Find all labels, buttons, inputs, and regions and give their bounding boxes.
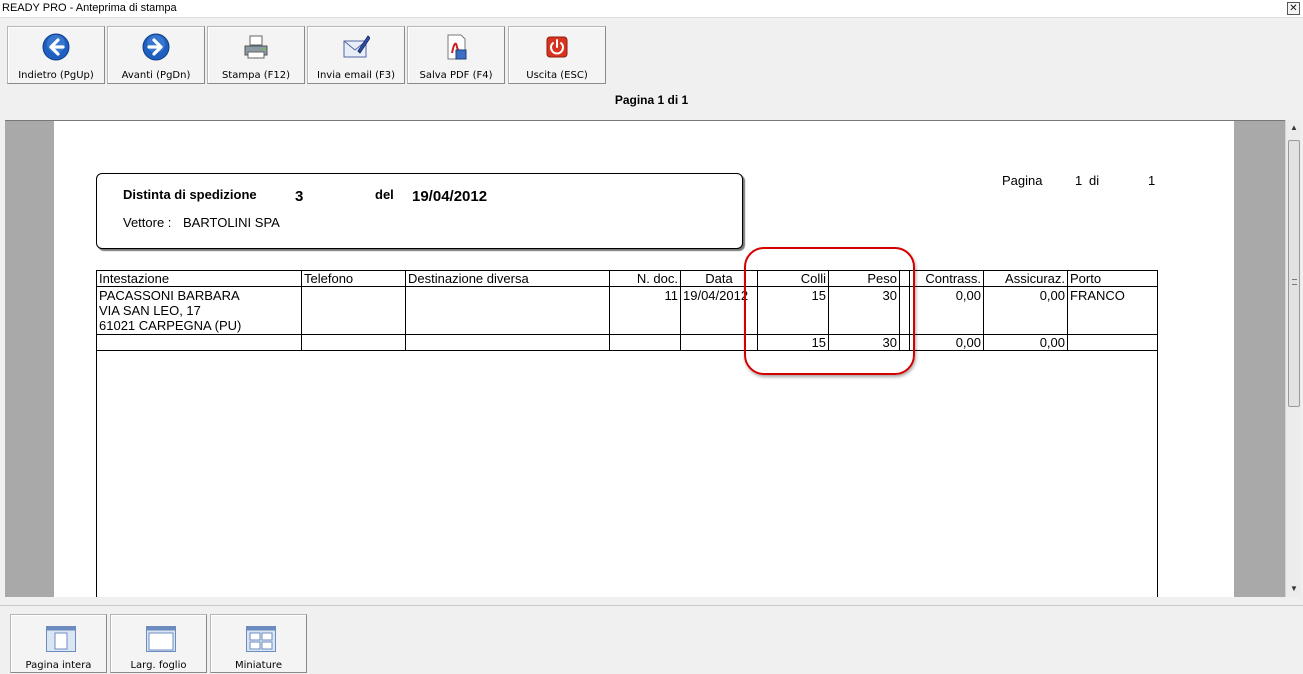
carrier-name: BARTOLINI SPA bbox=[183, 215, 280, 230]
cell-intestazione: PACASSONI BARBARA VIA SAN LEO, 17 61021 … bbox=[97, 287, 302, 334]
exit-button[interactable]: Uscita (ESC) bbox=[508, 26, 606, 84]
cell-intestazione-line1: PACASSONI BARBARA bbox=[99, 288, 240, 303]
send-email-button[interactable]: Invia email (F3) bbox=[307, 26, 405, 84]
header-intestazione: Intestazione bbox=[97, 271, 302, 286]
document-title: Distinta di spedizione bbox=[123, 187, 257, 202]
shipment-table: Intestazione Telefono Destinazione diver… bbox=[96, 270, 1158, 351]
scroll-thumb[interactable] bbox=[1288, 140, 1300, 407]
header-assicuraz: Assicuraz. bbox=[984, 271, 1068, 286]
document-number: 3 bbox=[295, 188, 304, 205]
full-page-button[interactable]: Pagina intera bbox=[10, 614, 107, 673]
scroll-up-icon[interactable]: ▲ bbox=[1286, 120, 1302, 136]
date-label: del bbox=[375, 187, 394, 202]
vertical-scrollbar[interactable]: ▲ ▼ bbox=[1285, 120, 1301, 597]
thumbnails-button[interactable]: Miniature bbox=[210, 614, 307, 673]
table-empty-area bbox=[96, 349, 1158, 597]
page-count-total: 1 bbox=[1148, 173, 1156, 188]
pdf-icon bbox=[447, 34, 467, 60]
printer-icon bbox=[244, 35, 268, 59]
cell-assicuraz: 0,00 bbox=[984, 287, 1068, 334]
page-count-of: di bbox=[1089, 173, 1100, 188]
email-icon bbox=[343, 35, 370, 58]
back-button[interactable]: Indietro (PgUp) bbox=[7, 26, 105, 84]
totals-blank-3 bbox=[406, 335, 610, 350]
thumbnails-button-label: Miniature bbox=[235, 660, 282, 671]
save-pdf-button[interactable]: Salva PDF (F4) bbox=[407, 26, 505, 84]
document-page: Distinta di spedizione 3 del 19/04/2012 … bbox=[54, 121, 1234, 597]
page-width-icon bbox=[146, 626, 176, 652]
arrow-right-icon bbox=[142, 33, 170, 61]
exit-button-label: Uscita (ESC) bbox=[526, 70, 588, 81]
header-contrass: Contrass. bbox=[910, 271, 984, 286]
total-contrass: 0,00 bbox=[910, 335, 984, 350]
thumbnails-icon bbox=[246, 626, 276, 652]
page-indicator: Pagina 1 di 1 bbox=[614, 93, 689, 107]
document-date: 19/04/2012 bbox=[412, 188, 488, 205]
title-bar: READY PRO - Anteprima di stampa ✕ bbox=[0, 0, 1303, 18]
header-destinazione: Destinazione diversa bbox=[406, 271, 610, 286]
document-header-box: Distinta di spedizione 3 del 19/04/2012 … bbox=[96, 173, 743, 249]
window-title: READY PRO - Anteprima di stampa bbox=[2, 2, 177, 14]
totals-blank-7 bbox=[1068, 335, 1159, 350]
header-porto: Porto bbox=[1070, 271, 1102, 286]
power-icon bbox=[546, 36, 568, 58]
close-icon: ✕ bbox=[1289, 3, 1298, 14]
cell-contrass: 0,00 bbox=[910, 287, 984, 334]
print-button[interactable]: Stampa (F12) bbox=[207, 26, 305, 84]
main-toolbar: Indietro (PgUp) Avanti (PgDn) Stampa (F1… bbox=[0, 20, 1303, 88]
full-page-icon bbox=[46, 626, 76, 652]
totals-blank-4 bbox=[610, 335, 681, 350]
print-preview-area[interactable]: Distinta di spedizione 3 del 19/04/2012 … bbox=[5, 120, 1285, 597]
send-email-button-label: Invia email (F3) bbox=[317, 70, 395, 81]
forward-button-label: Avanti (PgDn) bbox=[121, 70, 191, 81]
page-width-button-label: Larg. foglio bbox=[130, 660, 187, 671]
scroll-down-icon[interactable]: ▼ bbox=[1286, 581, 1302, 597]
page-count-label: Pagina bbox=[1002, 173, 1043, 188]
zoom-toolbar: Pagina intera Larg. foglio Miniature bbox=[0, 605, 1303, 674]
close-button[interactable]: ✕ bbox=[1287, 2, 1300, 15]
cell-destinazione bbox=[406, 287, 610, 334]
grip-icon bbox=[1292, 279, 1297, 285]
total-assicuraz: 0,00 bbox=[984, 335, 1068, 350]
back-button-label: Indietro (PgUp) bbox=[18, 70, 94, 81]
carrier-label: Vettore : bbox=[123, 215, 172, 230]
header-n-doc: N. doc. bbox=[610, 271, 681, 286]
save-pdf-button-label: Salva PDF (F4) bbox=[419, 70, 493, 81]
totals-blank-1 bbox=[97, 335, 302, 350]
arrow-left-icon bbox=[42, 33, 70, 61]
full-page-button-label: Pagina intera bbox=[25, 660, 92, 671]
print-button-label: Stampa (F12) bbox=[221, 70, 291, 81]
cell-n-doc: 11 bbox=[610, 287, 681, 334]
cell-intestazione-line2: VIA SAN LEO, 17 bbox=[99, 303, 201, 318]
header-telefono: Telefono bbox=[302, 271, 406, 286]
forward-button[interactable]: Avanti (PgDn) bbox=[107, 26, 205, 84]
highlight-annotation bbox=[744, 247, 915, 375]
page-width-button[interactable]: Larg. foglio bbox=[110, 614, 207, 673]
table-header-row: Intestazione Telefono Destinazione diver… bbox=[97, 271, 1157, 287]
totals-row: 15 30 0,00 0,00 bbox=[97, 335, 1157, 350]
cell-telefono bbox=[302, 287, 406, 334]
table-row: PACASSONI BARBARA VIA SAN LEO, 17 61021 … bbox=[97, 287, 1157, 335]
page-count-current: 1 bbox=[1075, 173, 1083, 188]
cell-intestazione-line3: 61021 CARPEGNA (PU) bbox=[99, 318, 242, 333]
cell-porto: FRANCO bbox=[1070, 288, 1125, 303]
totals-blank-2 bbox=[302, 335, 406, 350]
